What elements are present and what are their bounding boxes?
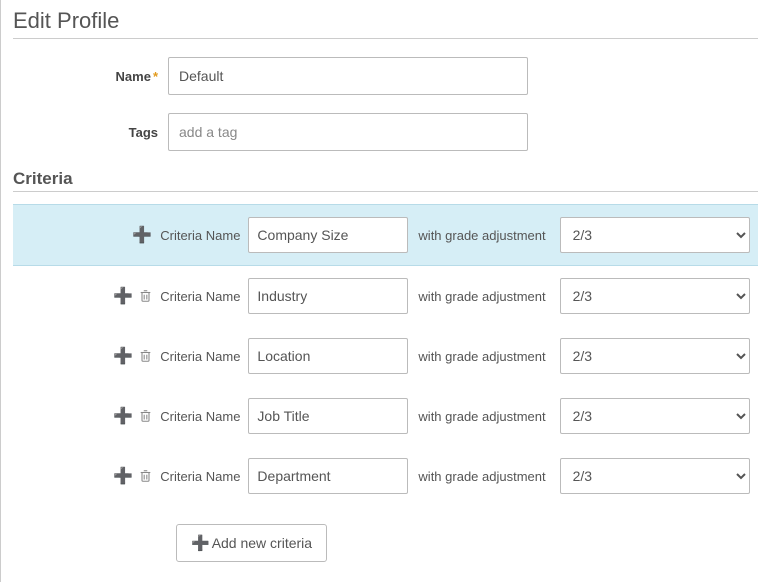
criteria-row: ➕ Criteria Name with grade adjustment 2/3: [13, 446, 758, 506]
criteria-name-label: Criteria Name: [160, 409, 240, 424]
trash-icon[interactable]: [139, 289, 152, 303]
plus-icon[interactable]: ➕: [113, 406, 133, 426]
trash-icon[interactable]: [139, 409, 152, 423]
grade-adjustment-select[interactable]: 2/3: [560, 398, 750, 434]
criteria-name-input[interactable]: [248, 458, 408, 494]
add-criteria-label: Add new criteria: [212, 535, 312, 551]
criteria-name-label: Criteria Name: [160, 228, 240, 243]
add-criteria-button[interactable]: ➕ Add new criteria: [176, 524, 327, 562]
criteria-row-actions: ➕: [13, 346, 160, 366]
tags-row: Tags: [13, 113, 758, 151]
plus-icon[interactable]: ➕: [113, 466, 133, 486]
criteria-name-label: Criteria Name: [160, 349, 240, 364]
divider: [13, 191, 758, 192]
tags-label: Tags: [13, 125, 168, 140]
name-row: Name*: [13, 57, 758, 95]
plus-icon[interactable]: ➕: [113, 286, 133, 306]
grade-adjustment-select[interactable]: 2/3: [560, 338, 750, 374]
grade-adjustment-label: with grade adjustment: [418, 469, 545, 484]
required-asterisk: *: [153, 69, 158, 84]
grade-adjustment-select[interactable]: 2/3: [560, 458, 750, 494]
criteria-name-input[interactable]: [248, 398, 408, 434]
criteria-section-title: Criteria: [13, 169, 758, 189]
plus-icon[interactable]: ➕: [113, 346, 133, 366]
grade-adjustment-select[interactable]: 2/3: [560, 217, 750, 253]
page-title: Edit Profile: [13, 8, 758, 34]
grade-adjustment-label: with grade adjustment: [418, 228, 545, 243]
criteria-row-actions: ➕: [13, 406, 160, 426]
tags-input[interactable]: [168, 113, 528, 151]
name-label-text: Name: [116, 69, 151, 84]
plus-icon[interactable]: ➕: [132, 225, 152, 245]
criteria-name-input[interactable]: [248, 217, 408, 253]
grade-adjustment-label: with grade adjustment: [418, 349, 545, 364]
criteria-row: ➕ Criteria Name with grade adjustment 2/3: [13, 326, 758, 386]
criteria-row: ➕ Criteria Name with grade adjustment 2/3: [13, 204, 758, 266]
trash-icon[interactable]: [139, 349, 152, 363]
criteria-row: ➕ Criteria Name with grade adjustment 2/3: [13, 266, 758, 326]
criteria-list: ➕ Criteria Name with grade adjustment 2/3 ➕ C…: [13, 204, 758, 506]
criteria-name-label: Criteria Name: [160, 469, 240, 484]
name-input[interactable]: [168, 57, 528, 95]
criteria-row: ➕ Criteria Name with grade adjustment 2/3: [13, 386, 758, 446]
edit-profile-page: Edit Profile Name* Tags Criteria ➕ Criter…: [0, 0, 768, 582]
trash-icon[interactable]: [139, 469, 152, 483]
criteria-row-actions: ➕: [13, 286, 160, 306]
divider: [13, 38, 758, 39]
criteria-row-actions: ➕: [13, 466, 160, 486]
grade-adjustment-label: with grade adjustment: [418, 409, 545, 424]
criteria-name-input[interactable]: [248, 338, 408, 374]
add-criteria-row: ➕ Add new criteria: [176, 524, 758, 562]
grade-adjustment-select[interactable]: 2/3: [560, 278, 750, 314]
criteria-name-label: Criteria Name: [160, 289, 240, 304]
name-label: Name*: [13, 69, 168, 84]
criteria-name-input[interactable]: [248, 278, 408, 314]
grade-adjustment-label: with grade adjustment: [418, 289, 545, 304]
plus-icon: ➕: [191, 534, 210, 552]
criteria-row-actions: ➕: [13, 225, 160, 245]
